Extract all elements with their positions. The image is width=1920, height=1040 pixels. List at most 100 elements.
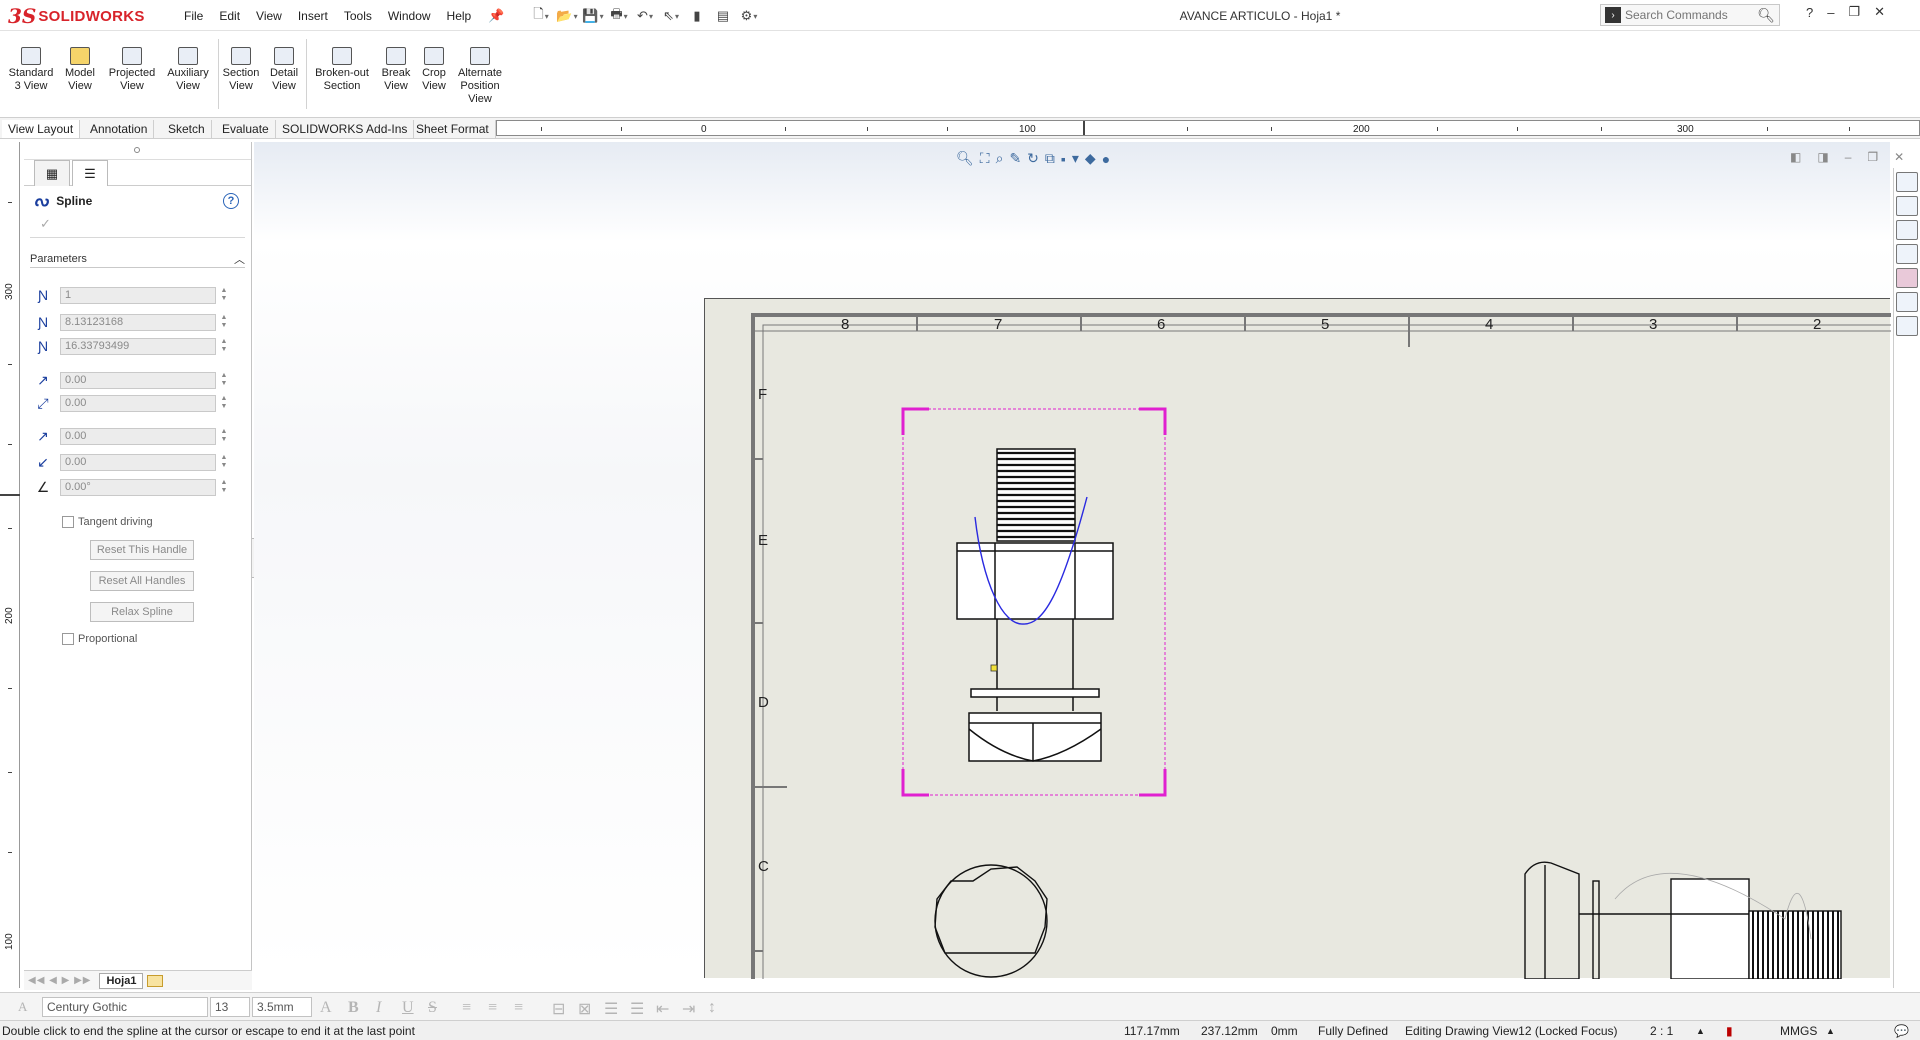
property-manager-tab[interactable]: ☰: [72, 160, 108, 186]
rebuild-indicator-icon[interactable]: ▮: [1726, 1024, 1733, 1038]
projected-view-button[interactable]: Projected View: [106, 47, 158, 93]
spline-point-number-input[interactable]: [60, 286, 216, 304]
spinner-icon[interactable]: ▲ ▼: [219, 314, 229, 330]
proportional-checkbox[interactable]: Proportional: [62, 633, 137, 645]
previous-view-icon[interactable]: ⧉: [1045, 150, 1055, 167]
tab-sketch[interactable]: Sketch: [162, 120, 212, 138]
tangent-angle-input[interactable]: [60, 478, 216, 496]
tab-solidworks-add-ins[interactable]: SOLIDWORKS Add-Ins: [276, 120, 415, 138]
restore-view-icon[interactable]: ❐: [1867, 150, 1878, 164]
units-up-icon[interactable]: ▲: [1826, 1026, 1835, 1036]
indent-increase-icon[interactable]: ⇥: [682, 999, 695, 1019]
pin-icon[interactable]: 📌: [488, 8, 504, 24]
font-height-input[interactable]: 3.5mm: [252, 997, 312, 1017]
status-scale[interactable]: 2 : 1: [1650, 1024, 1673, 1038]
reset-all-handles-button[interactable]: Reset All Handles: [90, 571, 194, 591]
tooltip-balloon-icon[interactable]: 💬: [1894, 1024, 1909, 1038]
sheet-tab-hoja1[interactable]: Hoja1: [99, 972, 144, 989]
menu-tools[interactable]: Tools: [336, 9, 380, 23]
font-style-icon[interactable]: A: [18, 999, 27, 1015]
spinner-icon[interactable]: ▲ ▼: [219, 287, 229, 303]
checkbox-box[interactable]: [62, 633, 74, 645]
menu-help[interactable]: Help: [439, 9, 480, 23]
undo-icon[interactable]: ↶ ▾: [634, 6, 656, 26]
spline-cursor-point[interactable]: [990, 664, 998, 672]
rotate-icon[interactable]: ↻: [1027, 150, 1039, 167]
bolt-top-view[interactable]: [934, 864, 1048, 978]
tangent-radial-2-input[interactable]: [60, 453, 216, 471]
fit-text-icon[interactable]: ⊟: [552, 999, 565, 1019]
help-icon[interactable]: ?: [1806, 5, 1813, 20]
view-settings-icon[interactable]: ◆: [1085, 150, 1096, 167]
options-gear-icon[interactable]: ⚙ ▾: [738, 6, 760, 26]
ok-button[interactable]: ✓: [30, 216, 245, 238]
reset-this-handle-button[interactable]: Reset This Handle: [90, 540, 194, 560]
resources-icon[interactable]: [1896, 196, 1918, 216]
zoom-to-fit-icon[interactable]: 🔍︎: [956, 150, 974, 167]
appearance-icon[interactable]: ●: [1102, 151, 1110, 167]
bold-icon[interactable]: B: [348, 999, 359, 1017]
menu-insert[interactable]: Insert: [290, 9, 336, 23]
tile-right-icon[interactable]: ◨: [1817, 150, 1828, 164]
tangent-radial-1-input[interactable]: [60, 427, 216, 445]
broken-out-section-button[interactable]: Broken-out Section: [310, 47, 374, 93]
minimize-icon[interactable]: –: [1827, 5, 1834, 20]
numbering-icon[interactable]: ☰: [630, 999, 644, 1019]
alternate-position-view-button[interactable]: Alternate Position View: [454, 47, 506, 106]
minimize-view-icon[interactable]: –: [1845, 150, 1852, 164]
file-properties-icon[interactable]: ▤: [712, 6, 734, 26]
standard-3-view-button[interactable]: Standard 3 View: [8, 47, 54, 93]
font-size-select[interactable]: 13: [210, 997, 250, 1017]
feature-manager-tab[interactable]: ▦: [34, 160, 70, 186]
relax-spline-button[interactable]: Relax Spline: [90, 602, 194, 622]
view-palette-icon[interactable]: [1896, 244, 1918, 264]
menu-edit[interactable]: Edit: [211, 9, 248, 23]
indent-decrease-icon[interactable]: ⇤: [656, 999, 669, 1019]
bolt-front-view[interactable]: [956, 448, 1114, 762]
y-coordinate-input[interactable]: [60, 337, 216, 355]
spinner-icon[interactable]: ▲ ▼: [219, 428, 229, 444]
menu-window[interactable]: Window: [380, 9, 439, 23]
status-editing[interactable]: Editing Drawing View12 (Locked Focus): [1405, 1024, 1618, 1038]
close-icon[interactable]: ✕: [1874, 4, 1885, 20]
new-document-icon[interactable]: 🗋 ▾: [530, 6, 552, 26]
model-view-button[interactable]: Model View: [60, 47, 100, 93]
spinner-icon[interactable]: ▲ ▼: [219, 395, 229, 411]
menu-view[interactable]: View: [248, 9, 290, 23]
help-icon[interactable]: ?: [223, 193, 239, 209]
strikethrough-icon[interactable]: S: [428, 999, 437, 1017]
search-commands-input[interactable]: [1625, 8, 1745, 22]
font-family-select[interactable]: Century Gothic: [42, 997, 208, 1017]
auxiliary-view-button[interactable]: Auxiliary View: [163, 47, 213, 93]
tab-annotation[interactable]: Annotation: [84, 120, 155, 138]
bolt-side-view[interactable]: [1524, 861, 1842, 979]
scale-up-icon[interactable]: ▲: [1696, 1026, 1705, 1036]
spinner-icon[interactable]: ▲ ▼: [219, 372, 229, 388]
spinner-icon[interactable]: ▲ ▼: [219, 479, 229, 495]
section-view-button[interactable]: Section View: [221, 47, 261, 93]
crop-view-button[interactable]: Crop View: [418, 47, 450, 93]
restore-icon[interactable]: ❐: [1848, 4, 1860, 20]
font-symbol-icon[interactable]: A: [320, 999, 332, 1017]
file-explorer-icon[interactable]: [1896, 220, 1918, 240]
parameters-group-header[interactable]: Parameters ︿: [30, 250, 245, 268]
print-icon[interactable]: 🖶 ▾: [608, 6, 630, 26]
stack-icon[interactable]: ⊠: [578, 999, 591, 1019]
sheet-navigation-arrows[interactable]: ◀◀ ◀ ▶ ▶▶: [28, 975, 91, 986]
detail-view-button[interactable]: Detail View: [266, 47, 302, 93]
collapse-icon[interactable]: ︿: [234, 251, 245, 267]
align-right-icon[interactable]: ≡: [514, 999, 523, 1017]
spinner-icon[interactable]: ▲ ▼: [219, 454, 229, 470]
hide-show-icon[interactable]: ▾: [1072, 150, 1079, 167]
drawing-sheet[interactable]: 8 7 6 5 4 3 2 F E D C: [704, 298, 1891, 979]
pan-icon[interactable]: ✎: [1009, 150, 1021, 167]
align-center-icon[interactable]: ≡: [488, 999, 497, 1017]
open-folder-icon[interactable]: 📂 ▾: [556, 6, 578, 26]
x-coordinate-input[interactable]: [60, 313, 216, 331]
tab-view-layout[interactable]: View Layout: [2, 120, 81, 138]
align-left-icon[interactable]: ≡: [462, 999, 471, 1017]
custom-properties-icon[interactable]: [1896, 292, 1918, 312]
home-icon[interactable]: [1896, 172, 1918, 192]
tangent-driving-checkbox[interactable]: Tangent driving: [62, 516, 153, 528]
italic-icon[interactable]: I: [376, 999, 381, 1017]
